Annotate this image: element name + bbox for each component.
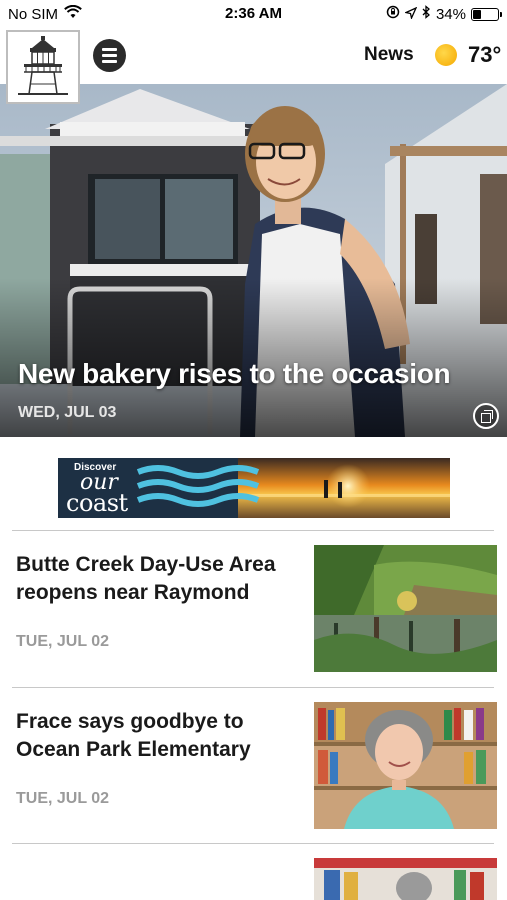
- lighthouse-logo-icon[interactable]: [6, 30, 80, 104]
- section-label[interactable]: News: [364, 44, 414, 66]
- article-item[interactable]: [0, 844, 507, 900]
- hero-date: WED, JUL 03: [18, 404, 117, 421]
- article-title[interactable]: Frace says goodbye to Ocean Park Element…: [16, 708, 306, 764]
- article-item[interactable]: Frace says goodbye to Ocean Park Element…: [0, 688, 507, 844]
- article-thumbnail[interactable]: [314, 858, 497, 900]
- status-bar: No SIM 2:36 AM 34%: [0, 0, 507, 28]
- app-header: News 73°: [0, 28, 507, 104]
- status-right: 34%: [386, 5, 502, 23]
- battery-level: [473, 9, 482, 19]
- ad-banner[interactable]: Discover our coast: [58, 458, 450, 518]
- sun-icon[interactable]: [435, 44, 457, 66]
- article-title[interactable]: Butte Creek Day-Use Area reopens near Ra…: [16, 551, 306, 607]
- gallery-icon[interactable]: [473, 403, 499, 429]
- article-item[interactable]: Butte Creek Day-Use Area reopens near Ra…: [0, 531, 507, 687]
- ad-line-coast: coast: [66, 489, 128, 517]
- hero-title[interactable]: New bakery rises to the occasion: [18, 358, 451, 390]
- location-icon: [403, 6, 418, 23]
- battery-percent: 34%: [435, 5, 466, 23]
- article-thumbnail[interactable]: [314, 702, 497, 829]
- article-date: TUE, JUL 02: [16, 790, 110, 807]
- bluetooth-icon: [422, 5, 431, 23]
- battery-icon: [471, 7, 502, 21]
- temperature[interactable]: 73°: [468, 42, 501, 68]
- article-thumbnail[interactable]: [314, 545, 497, 672]
- article-date: TUE, JUL 02: [16, 633, 110, 650]
- hamburger-menu-icon[interactable]: [93, 39, 126, 72]
- orientation-lock-icon: [386, 5, 400, 23]
- hero-story[interactable]: New bakery rises to the occasion WED, JU…: [0, 84, 507, 437]
